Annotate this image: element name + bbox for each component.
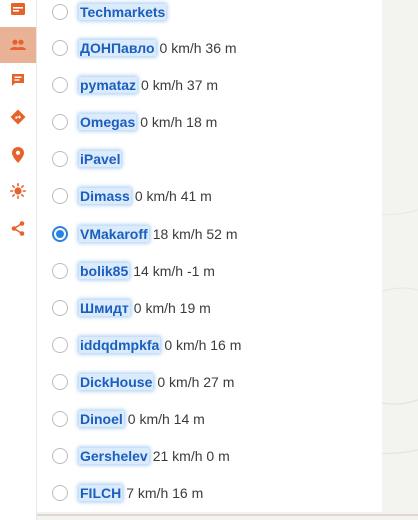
card-icon <box>11 3 25 15</box>
user-status: 0 km/h 16 m <box>164 337 242 353</box>
sidebar-item-card[interactable] <box>0 0 36 27</box>
user-name[interactable]: FILCH <box>79 485 123 501</box>
people-icon <box>10 39 26 50</box>
user-name[interactable]: Шмидт <box>79 300 130 316</box>
user-name[interactable]: Dimass <box>79 188 131 204</box>
user-radio[interactable] <box>52 77 68 93</box>
chat-icon <box>12 74 24 86</box>
user-status: 14 km/h -1 m <box>133 263 215 279</box>
user-row[interactable]: iddqdmpkfa 0 km/h 16 m <box>37 327 377 363</box>
user-radio[interactable] <box>52 40 68 56</box>
user-row[interactable]: ДОНПавло 0 km/h 36 m <box>37 30 377 66</box>
user-name[interactable]: pymataz <box>79 77 138 93</box>
user-row[interactable]: DickHouse 0 km/h 27 m <box>37 364 377 400</box>
user-row[interactable]: Gershelev 21 km/h 0 m <box>37 438 377 474</box>
sun-icon <box>10 183 26 199</box>
user-row[interactable]: Шмидт 0 km/h 19 m <box>37 290 377 326</box>
user-radio[interactable] <box>52 226 68 242</box>
user-entry: iPavel <box>79 150 125 168</box>
user-status: 0 km/h 41 m <box>134 188 212 204</box>
user-row[interactable]: iPavel <box>37 141 377 177</box>
user-status: 0 km/h 27 m <box>157 374 235 390</box>
user-radio[interactable] <box>52 4 68 20</box>
user-entry: Omegas 0 km/h 18 m <box>79 113 217 131</box>
user-status: 0 km/h 37 m <box>141 77 219 93</box>
pin-icon <box>12 147 24 163</box>
user-name[interactable]: VMakaroff <box>79 226 149 242</box>
sidebar-item-share[interactable] <box>0 210 36 246</box>
user-row[interactable]: Dimass 0 km/h 41 m <box>37 178 377 214</box>
sidebar-item-chat[interactable] <box>0 62 36 98</box>
user-radio[interactable] <box>52 337 68 353</box>
user-radio[interactable] <box>52 188 68 204</box>
user-entry: Шмидт 0 km/h 19 m <box>79 299 211 317</box>
share-icon <box>11 220 25 236</box>
user-row[interactable]: Techmarkets <box>37 0 377 30</box>
user-entry: VMakaroff 18 km/h 52 m <box>79 225 238 243</box>
user-row[interactable]: Omegas 0 km/h 18 m <box>37 104 377 140</box>
user-radio[interactable] <box>52 151 68 167</box>
user-row[interactable]: FILCH 7 km/h 16 m <box>37 475 377 511</box>
user-entry: ДОНПавло 0 km/h 36 m <box>79 39 237 57</box>
sidebar-item-people[interactable] <box>0 27 36 63</box>
user-name[interactable]: Dinoel <box>79 411 124 427</box>
user-entry: FILCH 7 km/h 16 m <box>79 484 203 502</box>
users-panel: Techmarkets ДОНПавло 0 km/h 36 m pymataz 0… <box>37 0 382 512</box>
user-name[interactable]: Techmarkets <box>79 4 167 20</box>
user-status: 0 km/h 14 m <box>127 411 205 427</box>
user-status: 7 km/h 16 m <box>126 485 204 501</box>
user-name[interactable]: Gershelev <box>79 448 149 464</box>
user-entry: bolik85 14 km/h -1 m <box>79 262 215 280</box>
user-entry: iddqdmpkfa 0 km/h 16 m <box>79 336 241 354</box>
user-name[interactable]: iddqdmpkfa <box>79 337 161 353</box>
user-radio[interactable] <box>52 114 68 130</box>
user-entry: Dimass 0 km/h 41 m <box>79 187 212 205</box>
user-entry: Gershelev 21 km/h 0 m <box>79 447 230 465</box>
user-name[interactable]: ДОНПавло <box>79 40 156 56</box>
user-row[interactable]: Dinoel 0 km/h 14 m <box>37 401 377 437</box>
user-row[interactable]: pymataz 0 km/h 37 m <box>37 67 377 103</box>
user-entry: Dinoel 0 km/h 14 m <box>79 410 205 428</box>
user-row[interactable]: bolik85 14 km/h -1 m <box>37 253 377 289</box>
sidebar-item-brightness[interactable] <box>0 173 36 209</box>
user-name[interactable]: Omegas <box>79 114 137 130</box>
user-radio[interactable] <box>52 300 68 316</box>
user-entry: Techmarkets <box>79 3 170 21</box>
user-name[interactable]: iPavel <box>79 151 122 167</box>
user-name[interactable]: bolik85 <box>79 263 130 279</box>
sidebar-item-location[interactable] <box>0 137 36 173</box>
user-radio[interactable] <box>52 448 68 464</box>
user-radio[interactable] <box>52 374 68 390</box>
user-radio[interactable] <box>52 485 68 501</box>
user-status: 0 km/h 18 m <box>140 114 218 130</box>
user-status: 0 km/h 36 m <box>159 40 237 56</box>
user-row[interactable]: VMakaroff 18 km/h 52 m <box>37 216 377 252</box>
user-status: 18 km/h 52 m <box>152 226 238 242</box>
user-radio[interactable] <box>52 263 68 279</box>
user-status: 21 km/h 0 m <box>152 448 230 464</box>
user-status: 0 km/h 19 m <box>133 300 211 316</box>
user-entry: pymataz 0 km/h 37 m <box>79 76 218 94</box>
user-entry: DickHouse 0 km/h 27 m <box>79 373 234 391</box>
user-name[interactable]: DickHouse <box>79 374 154 390</box>
user-radio[interactable] <box>52 411 68 427</box>
sidebar-item-directions[interactable] <box>0 99 36 135</box>
sidebar <box>0 0 37 520</box>
directions-icon <box>10 109 26 125</box>
